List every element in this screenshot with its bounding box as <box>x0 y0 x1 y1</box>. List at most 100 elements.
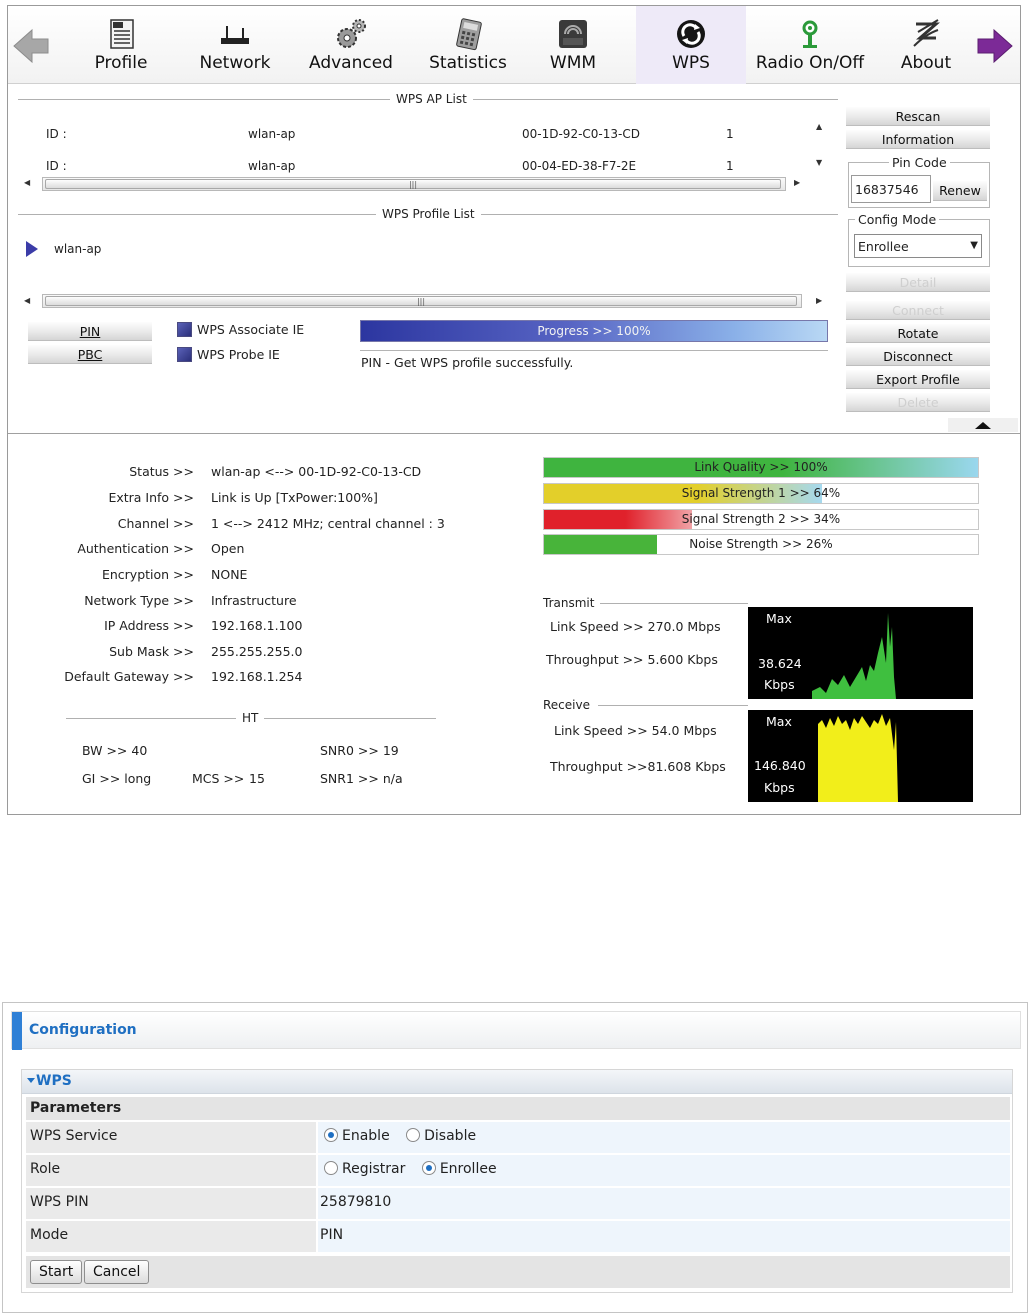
wps-ap-list-title: WPS AP List <box>18 92 838 106</box>
toolbar-item-advanced[interactable]: Advanced <box>301 6 401 84</box>
forward-arrow-icon[interactable] <box>976 28 1014 64</box>
toolbar-item-radio[interactable]: Radio On/Off <box>746 6 874 84</box>
ht-snr1: SNR1 >> n/a <box>320 771 403 786</box>
transmit-graph: Max 38.624 Kbps <box>748 607 973 699</box>
role-label: Role <box>26 1155 316 1186</box>
link-quality-meter: Link Quality >> 100% <box>543 457 979 478</box>
meter-label: Signal Strength 2 >> 34% <box>681 512 841 526</box>
ht-gi: GI >> long <box>82 771 152 786</box>
mode-row: Mode PIN <box>26 1221 1010 1252</box>
advanced-gears-icon <box>337 19 366 48</box>
pin-code-field[interactable]: 16837546 <box>851 175 931 203</box>
toolbar-item-statistics[interactable]: Statistics <box>416 6 520 84</box>
toolbar-label: WMM <box>549 53 597 73</box>
pin-code-legend: Pin Code <box>889 155 950 170</box>
role-enrollee-radio[interactable]: Enrollee <box>421 1161 497 1177</box>
ht-mcs-label: MCS >> <box>192 771 245 786</box>
wps-icon <box>677 20 705 48</box>
radio-unselected-icon <box>324 1161 338 1175</box>
scroll-down-icon[interactable]: ▼ <box>816 158 822 167</box>
wps-pin-row: WPS PIN 25879810 <box>26 1188 1010 1219</box>
config-actions: Start Cancel <box>26 1256 1010 1288</box>
toolbar-item-wmm[interactable]: WMM <box>540 6 606 84</box>
pin-code-group: Pin Code 16837546 Renew <box>848 155 990 208</box>
meter-label: Noise Strength >> 26% <box>689 537 833 551</box>
pbc-button[interactable]: PBC <box>28 345 152 364</box>
wps-service-options: Enable Disable <box>318 1122 1010 1153</box>
scrollbar-thumb[interactable]: ||| <box>45 179 781 189</box>
wps-service-row: WPS Service Enable Disable <box>26 1122 1010 1153</box>
wps-pin-value: 25879810 <box>318 1188 1010 1219</box>
cancel-button[interactable]: Cancel <box>84 1260 150 1284</box>
about-icon <box>913 19 940 47</box>
wps-probe-ie-label: WPS Probe IE <box>197 347 280 362</box>
radio-icon <box>802 20 818 48</box>
scroll-left-icon[interactable]: ◀ <box>24 296 30 305</box>
rescan-button[interactable]: Rescan <box>846 107 990 126</box>
rotate-button[interactable]: Rotate <box>846 324 990 343</box>
network-icon <box>221 26 249 44</box>
toolbar-item-network[interactable]: Network <box>188 6 282 84</box>
detail-button[interactable]: Detail <box>846 273 990 292</box>
export-profile-button[interactable]: Export Profile <box>846 370 990 389</box>
transmit-graph-area <box>812 613 896 699</box>
config-mode-select[interactable]: Enrollee ▼ <box>854 234 982 258</box>
ht-mcs-value: 15 <box>249 771 265 786</box>
config-mode-group: Config Mode Enrollee ▼ <box>848 212 990 267</box>
profile-list-horizontal-scrollbar[interactable]: ||| <box>42 294 802 308</box>
receive-graph-bars <box>818 714 898 802</box>
connect-button[interactable]: Connect <box>846 301 990 320</box>
radio-unselected-icon <box>406 1128 421 1142</box>
renew-button[interactable]: Renew <box>933 181 987 201</box>
wps-probe-ie-checkbox[interactable] <box>177 347 192 362</box>
delete-button[interactable]: Delete <box>846 393 990 412</box>
wps-section-title: WPS <box>36 1073 72 1089</box>
ap-list-horizontal-scrollbar[interactable]: ||| <box>42 177 786 191</box>
information-button[interactable]: Information <box>846 130 990 149</box>
toolbar-label: Statistics <box>429 53 507 73</box>
pin-button[interactable]: PIN <box>28 322 152 341</box>
role-registrar-radio[interactable]: Registrar <box>324 1161 405 1177</box>
wps-associate-ie-checkbox[interactable] <box>177 322 192 337</box>
disconnect-button[interactable]: Disconnect <box>846 347 990 366</box>
toolbar-label: Network <box>199 53 271 73</box>
wps-utility-window: Profile Network Advanced Statistics WMM … <box>7 5 1021 815</box>
collapse-panel-icon[interactable] <box>948 418 1018 432</box>
config-mode-value: Enrollee <box>858 239 909 254</box>
toolbar-label: Advanced <box>309 53 393 73</box>
signal-strength-2-meter: Signal Strength 2 >> 34% <box>543 509 979 530</box>
wps-section-header[interactable]: WPS <box>22 1070 1012 1094</box>
toolbar-item-wps[interactable]: WPS <box>636 6 746 84</box>
toolbar-item-about[interactable]: About <box>888 6 964 84</box>
scroll-right-icon[interactable]: ▶ <box>816 296 822 305</box>
scroll-right-icon[interactable]: ▶ <box>794 178 800 187</box>
collapse-triangle-icon <box>27 1078 35 1083</box>
wmm-qos-icon <box>559 20 587 48</box>
profile-list-item[interactable]: wlan-ap <box>54 242 101 256</box>
wps-service-enable-radio[interactable]: Enable <box>324 1128 390 1144</box>
start-button[interactable]: Start <box>30 1260 83 1284</box>
config-mode-legend: Config Mode <box>855 212 940 227</box>
scroll-up-icon[interactable]: ▲ <box>816 122 822 131</box>
toolbar-label: About <box>900 53 952 73</box>
back-arrow-icon[interactable] <box>12 28 50 64</box>
toolbar-label: WPS <box>672 53 710 73</box>
transmit-graph-bars <box>812 613 896 699</box>
wps-service-disable-radio[interactable]: Disable <box>406 1128 476 1144</box>
header-accent-bar <box>12 1012 22 1050</box>
transmit-throughput: Throughput >> 5.600 Kbps <box>546 652 718 667</box>
mode-label: Mode <box>26 1221 316 1252</box>
receive-graph: Max 146.840 Kbps <box>748 710 973 802</box>
toolbar-label: Radio On/Off <box>755 53 865 73</box>
wps-status-message: PIN - Get WPS profile successfully. <box>361 355 574 370</box>
toolbar-item-profile[interactable]: Profile <box>86 6 156 84</box>
transmit-link-speed: Link Speed >> 270.0 Mbps <box>550 619 721 634</box>
signal-strength-1-meter: Signal Strength 1 >> 64% <box>543 483 979 504</box>
receive-link-speed: Link Speed >> 54.0 Mbps <box>554 723 717 738</box>
toolbar-label: Profile <box>94 53 148 73</box>
scroll-left-icon[interactable]: ◀ <box>24 178 30 187</box>
role-row: Role Registrar Enrollee <box>26 1155 1010 1186</box>
receive-title: Receive <box>538 698 748 712</box>
transmit-title: Transmit <box>538 596 748 610</box>
scrollbar-thumb[interactable]: ||| <box>45 296 797 306</box>
